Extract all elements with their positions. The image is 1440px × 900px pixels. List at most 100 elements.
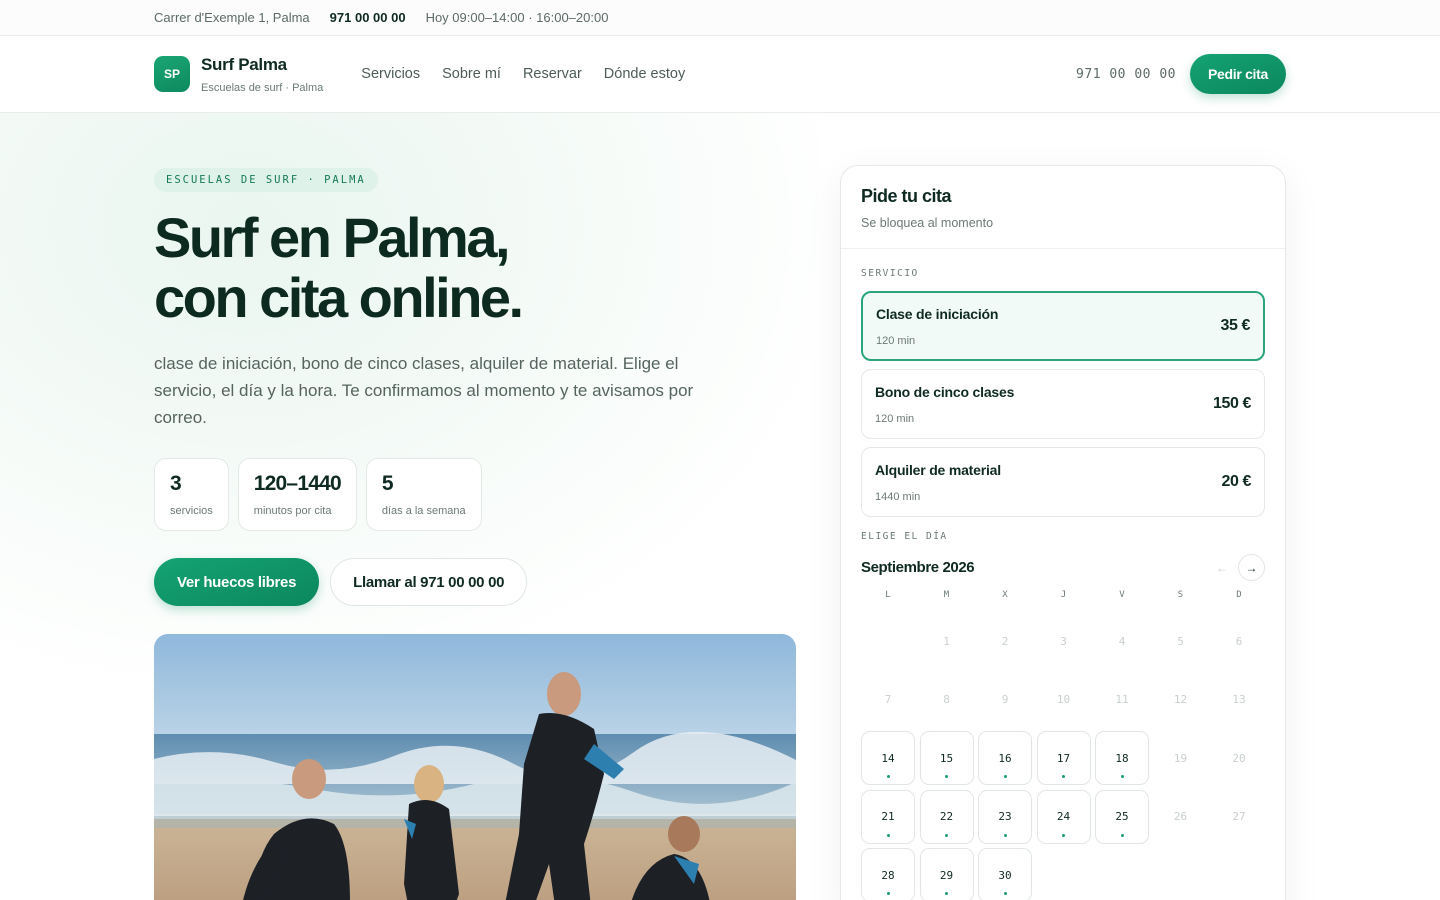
stat-card: 120–1440 minutos por cita: [237, 458, 357, 531]
weekday-header: L M X J V S D: [841, 590, 1285, 600]
weekday-label: M: [943, 590, 950, 600]
llamar-button[interactable]: Llamar al 971 00 00 00: [330, 558, 528, 606]
calendar-day-available[interactable]: 28: [861, 848, 915, 900]
calendar-day-available[interactable]: 22: [919, 789, 974, 844]
main-nav: SP Surf Palma Escuelas de surf · Palma S…: [0, 36, 1440, 113]
calendar-day-disabled: 26: [1173, 810, 1188, 823]
nav-phone[interactable]: 971 00 00 00: [1076, 67, 1176, 82]
calendar-day-available[interactable]: 18: [1095, 731, 1149, 785]
stat-card: 5 días a la semana: [365, 458, 482, 531]
hero-title: Surf en Palma, con cita online.: [154, 208, 804, 328]
stat-value: 3: [170, 472, 182, 495]
surf-lesson-image: [154, 634, 796, 900]
service-name: Clase de iniciación: [876, 305, 999, 322]
stat-label: servicios: [170, 505, 213, 517]
brand[interactable]: Surf Palma Escuelas de surf · Palma: [201, 55, 323, 94]
booking-title: Pide tu cita: [861, 186, 952, 206]
ver-huecos-button[interactable]: Ver huecos libres: [154, 558, 320, 606]
service-section-label: SERVICIO: [861, 268, 919, 279]
calendar-day-disabled: 2: [1001, 634, 1009, 648]
booking-subtitle: Se bloquea al momento: [861, 216, 994, 230]
calendar-day-available[interactable]: 30: [978, 848, 1032, 900]
service-duration: 1440 min: [875, 490, 921, 503]
service-name: Bono de cinco clases: [875, 383, 1015, 400]
nav-link-reservar[interactable]: Reservar: [523, 66, 582, 82]
calendar-day-available[interactable]: 16: [978, 731, 1032, 785]
address-text: Carrer d'Exemple 1, Palma: [154, 10, 310, 25]
hero-cta-row: Ver huecos libres Llamar al 971 00 00 00: [154, 558, 804, 606]
calendar-day-available[interactable]: 24: [1036, 789, 1091, 844]
service-option[interactable]: Clase de iniciación 120 min 35 €: [861, 291, 1265, 361]
calendar-month: Septiembre 2026: [861, 559, 975, 576]
service-duration: 120 min: [875, 412, 915, 425]
weekday-label: L: [885, 590, 891, 600]
weekday-label: J: [1060, 590, 1067, 600]
hero-badge: ESCUELAS DE SURF · PALMA: [154, 168, 378, 192]
opening-hours: Hoy 09:00–14:00 · 16:00–20:00: [425, 10, 609, 25]
weekday-label: V: [1119, 590, 1125, 600]
calendar-day-available[interactable]: 17: [1036, 731, 1091, 785]
hero-title-line2: con cita online.: [154, 266, 524, 329]
topbar-phone[interactable]: 971 00 00 00: [330, 10, 406, 25]
hero-description: clase de iniciación, bono de cinco clase…: [154, 354, 694, 427]
weekday-label: X: [1002, 590, 1008, 600]
calendar-day-available[interactable]: 25: [1095, 789, 1149, 844]
calendar-day-disabled: 5: [1177, 634, 1184, 648]
weekday-label: S: [1177, 590, 1184, 600]
service-name: Alquiler de material: [875, 461, 1001, 478]
service-price: 35 €: [1220, 317, 1250, 334]
calendar-day-available[interactable]: 23: [978, 789, 1032, 844]
stat-label: minutos por cita: [253, 505, 332, 517]
hero-title-line1: Surf en Palma,: [154, 206, 511, 269]
nav-link-donde-estoy[interactable]: Dónde estoy: [604, 66, 685, 82]
brand-name: Surf Palma: [201, 54, 287, 74]
nav-links: Servicios Sobre mí Reservar Dónde estoy: [361, 66, 707, 82]
calendar-day-disabled: 20: [1232, 751, 1246, 765]
stats-row: 3 servicios 120–1440 minutos por cita 5 …: [154, 458, 804, 531]
service-list: Clase de iniciación 120 min 35 € Bono de…: [841, 291, 1285, 517]
calendar-day-disabled: 9: [1001, 693, 1009, 706]
stat-value: 120–1440: [253, 472, 342, 495]
booking-header: Pide tu cita Se bloquea al momento: [841, 166, 1285, 249]
top-info-bar: Carrer d'Exemple 1, Palma 971 00 00 00 H…: [0, 0, 1440, 36]
service-option[interactable]: Bono de cinco clases 120 min 150 €: [861, 369, 1265, 439]
booking-card: Pide tu cita Se bloquea al momento SERVI…: [840, 165, 1286, 900]
calendar-day-disabled: 1: [943, 634, 950, 648]
calendar-day-disabled: 3: [1060, 634, 1067, 648]
stat-label: días a la semana: [381, 505, 466, 517]
calendar-day-disabled: 6: [1235, 634, 1243, 648]
calendar-day-disabled: 7: [884, 693, 892, 706]
calendar-header: Septiembre 2026 ← →: [841, 554, 1285, 581]
calendar-day-disabled: 8: [943, 693, 950, 706]
calendar-day-disabled: 19: [1173, 751, 1188, 765]
hero-section: ESCUELAS DE SURF · PALMA Surf en Palma, …: [154, 113, 804, 606]
calendar-day-available[interactable]: 14: [861, 731, 915, 785]
calendar-day-available[interactable]: 29: [919, 848, 974, 900]
calendar-day-disabled: 13: [1232, 693, 1246, 706]
stat-card: 3 servicios: [154, 458, 229, 531]
nav-link-sobre-mi[interactable]: Sobre mí: [442, 66, 501, 82]
nav-link-servicios[interactable]: Servicios: [361, 66, 420, 82]
stat-value: 5: [381, 472, 394, 495]
service-duration: 120 min: [876, 334, 916, 347]
pedir-cita-button[interactable]: Pedir cita: [1189, 54, 1286, 94]
nav-actions: 971 00 00 00 Pedir cita: [1076, 54, 1286, 94]
calendar-grid: 1 2 3 4 5 6 7 8 9 10 11 12 13 14 15 16 17 18 19 20 21 22 23 24 2…: [841, 614, 1285, 900]
calendar-day-disabled: 4: [1118, 634, 1126, 648]
service-price: 150 €: [1212, 395, 1251, 412]
calendar-day-disabled: 10: [1056, 693, 1071, 706]
calendar-day-available[interactable]: 15: [919, 731, 974, 785]
calendar-day-disabled: 11: [1115, 693, 1129, 706]
day-section-label: ELIGE EL DÍA: [861, 531, 948, 542]
hero-photo: [154, 634, 796, 900]
calendar-day-available[interactable]: 21: [861, 789, 915, 844]
brand-subtitle: Escuelas de surf · Palma: [201, 81, 324, 94]
next-month-icon[interactable]: →: [1238, 554, 1265, 581]
calendar-day-disabled: 12: [1173, 693, 1188, 706]
calendar-day-disabled: 27: [1232, 810, 1246, 823]
prev-month-icon[interactable]: ←: [1216, 561, 1228, 575]
service-price: 20 €: [1221, 473, 1251, 490]
logo[interactable]: SP: [154, 56, 190, 92]
service-option[interactable]: Alquiler de material 1440 min 20 €: [861, 447, 1265, 517]
weekday-label: D: [1236, 590, 1242, 600]
